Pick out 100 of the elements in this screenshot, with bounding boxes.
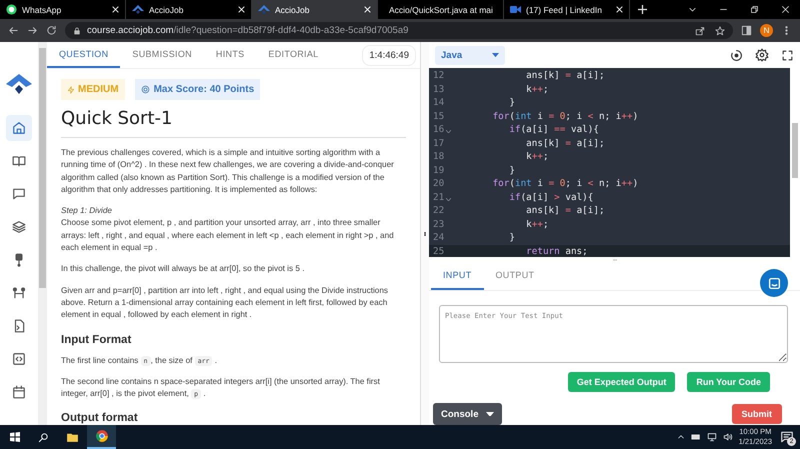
bolt-icon (67, 86, 75, 94)
difficulty-label: MEDIUM (78, 84, 119, 95)
chevron-down-icon (688, 5, 697, 14)
layers-icon (12, 220, 26, 234)
line-number: 17 (432, 138, 446, 149)
folder-icon (66, 430, 79, 444)
submit-button[interactable]: Submit (732, 404, 782, 424)
close-icon[interactable] (616, 6, 623, 13)
star-icon (715, 26, 725, 36)
address-bar[interactable]: course.acciojob.com/idle?question=db58f79f-ddf4-40db-a33e-5caf9d7005a9 (65, 22, 733, 39)
code-icon (12, 352, 26, 366)
step-label: Step 1: Divide (61, 205, 113, 218)
line-number: 16 (429, 124, 455, 136)
scrollbar-thumb[interactable] (39, 48, 46, 288)
restore-icon (750, 5, 759, 14)
forward-arrow-icon (27, 25, 38, 36)
line-number: 23 (432, 218, 446, 230)
battery-icon (690, 432, 701, 442)
logo-icon (132, 5, 144, 14)
target-icon (140, 85, 150, 94)
monitor-icon (706, 432, 717, 442)
chevron-up-icon (676, 433, 685, 441)
side-panel-icon (741, 25, 752, 36)
caret-icon (486, 412, 494, 416)
code-line: } (508, 164, 515, 176)
line-number: 14 (432, 97, 446, 108)
browser-icon[interactable] (94, 429, 108, 443)
fullscreen-icon (781, 48, 794, 62)
profile-avatar[interactable]: N (760, 24, 773, 37)
code-line: return ans; (525, 246, 588, 257)
io-tab[interactable]: INPUT (431, 262, 484, 290)
score-label: Max Score: 40 Points (154, 84, 254, 95)
question-tab[interactable]: QUESTION (47, 42, 120, 68)
code-line: } (508, 232, 515, 244)
code-line: ans[k] = a[i]; (525, 138, 605, 149)
line-number: 19 (432, 164, 446, 176)
chat-icon (768, 276, 780, 290)
paragraph: Choose some pivot element, p , and partition your unsorted array, arr , into three smaller arrays: left , right , and equal , where each element in left <p , each element in right >p , and each element in equal =p . (61, 217, 395, 254)
io-tab[interactable]: OUTPUT (484, 262, 546, 290)
code-line: if(a[i] > val){ (508, 192, 594, 203)
section-heading: Input Format (61, 334, 132, 346)
code-line: k++; (525, 151, 549, 162)
question-tab[interactable]: HINTS (204, 42, 256, 68)
question-title: Quick Sort-1 (61, 108, 406, 138)
paragraph: In this challenge, the pivot will always be at arr[0], so the pivot is 5 . (61, 263, 306, 276)
line-number: 21 (429, 192, 455, 203)
line-number: 25 (432, 246, 446, 257)
question-tab[interactable]: EDITORIAL (256, 42, 330, 68)
speaker-icon (722, 432, 733, 442)
book-icon (12, 154, 26, 168)
code-line: k++; (525, 218, 549, 230)
close-icon[interactable] (112, 6, 119, 13)
paragraph: Given arr and p=arr[0] , partition arr into left , right , and equal using the Divide instructions above. Return a 1-dimensional array containing each element in left first, followed by each element in equal , followed by each element in right . (61, 284, 389, 322)
chat-icon (12, 187, 26, 201)
close-icon (781, 5, 790, 14)
scrollbar-thumb[interactable] (792, 123, 798, 178)
lock-icon (73, 26, 81, 34)
home-icon (12, 121, 26, 135)
logo-icon (258, 5, 270, 14)
close-icon[interactable] (238, 6, 245, 13)
reload-icon (46, 25, 57, 36)
browser-tab[interactable]: AccioJob (252, 0, 378, 19)
line-number: 22 (432, 205, 446, 216)
notification-icon (780, 430, 794, 444)
action-button[interactable]: Run Your Code (687, 372, 770, 392)
code-line: k++; (525, 84, 549, 95)
timer: 1:4:46:49 (362, 44, 416, 66)
line-number: 12 (432, 70, 446, 82)
calendar-icon (12, 385, 26, 399)
caret-icon (492, 52, 499, 58)
video-icon (510, 5, 521, 14)
language-dropdown[interactable]: Java (435, 46, 505, 65)
sidebar-item[interactable] (6, 115, 32, 141)
settings-icon (755, 48, 769, 62)
code-line: if(a[i] == val){ (508, 124, 599, 136)
share-icon (695, 26, 705, 36)
chat-button[interactable] (760, 269, 788, 297)
windows-icon (8, 431, 20, 443)
paragraph: The previous challenges covered, which is a simple and intuitive sorting algorithm with a running time of (On^2) . In these next few challenges, we are covering a divide-and-conquer algorithm called (also known as Partition Sort). This challenge is a modified version of the algorithm that only addresses partitioning. It is implemented as follows: (61, 147, 395, 196)
line-number: 24 (432, 232, 446, 244)
line-number: 13 (432, 84, 446, 95)
logo-icon (6, 74, 32, 96)
code-line: ans[k] = a[i]; (525, 205, 605, 216)
code-line: for(int i = 0; i < n; i++) (492, 110, 638, 122)
back-arrow-icon (8, 25, 19, 36)
code-editor[interactable] (429, 68, 800, 257)
console-button[interactable]: Console (433, 403, 502, 426)
plus-icon[interactable] (638, 5, 647, 14)
action-button[interactable]: Get Expected Output (568, 372, 676, 392)
reset-icon (730, 48, 743, 62)
people-icon (12, 286, 26, 300)
code-line: for(int i = 0; i < n; i++) (492, 178, 638, 190)
line-number: 20 (432, 178, 446, 190)
search-icon (38, 432, 49, 442)
section-heading: Output format (61, 412, 139, 424)
file-icon (12, 319, 26, 333)
question-tab[interactable]: SUBMISSION (120, 42, 204, 68)
line-number: 15 (432, 110, 446, 122)
code-line: ans[k] = a[i]; (525, 70, 605, 82)
line-number: 18 (432, 151, 446, 162)
